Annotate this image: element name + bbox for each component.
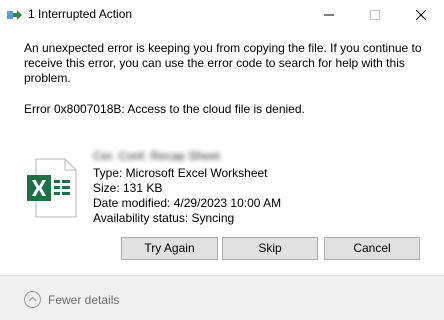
- file-availability-status: Availability status: Syncing: [93, 211, 235, 225]
- interrupted-action-dialog: 1 Interrupted Action An unexpected error…: [0, 0, 444, 320]
- file-date-modified: Date modified: 4/29/2023 10:00 AM: [93, 196, 282, 210]
- close-button[interactable]: [398, 0, 444, 30]
- try-again-button[interactable]: Try Again: [121, 237, 218, 260]
- minimize-icon: [324, 14, 334, 16]
- error-message: An unexpected error is keeping you from …: [24, 41, 422, 85]
- details-footer: Fewer details: [0, 275, 444, 320]
- title-bar[interactable]: 1 Interrupted Action: [0, 0, 444, 30]
- fewer-details-toggle[interactable]: Fewer details: [48, 293, 119, 307]
- file-transfer-icon: [7, 8, 23, 22]
- file-type: Type: Microsoft Excel Worksheet: [93, 166, 268, 180]
- file-size: Size: 131 KB: [93, 181, 163, 195]
- window-title: 1 Interrupted Action: [28, 7, 133, 21]
- minimize-button[interactable]: [306, 0, 352, 30]
- maximize-button: [352, 0, 398, 30]
- chevron-up-icon[interactable]: [24, 291, 41, 308]
- close-icon: [416, 10, 426, 20]
- skip-button[interactable]: Skip: [222, 237, 318, 260]
- maximize-icon: [370, 10, 380, 20]
- excel-file-icon: [24, 158, 80, 218]
- file-name: Cer. Conf. Recap Sheet: [93, 151, 220, 161]
- cancel-button[interactable]: Cancel: [324, 237, 420, 260]
- error-code-text: Error 0x8007018B: Access to the cloud fi…: [24, 102, 305, 116]
